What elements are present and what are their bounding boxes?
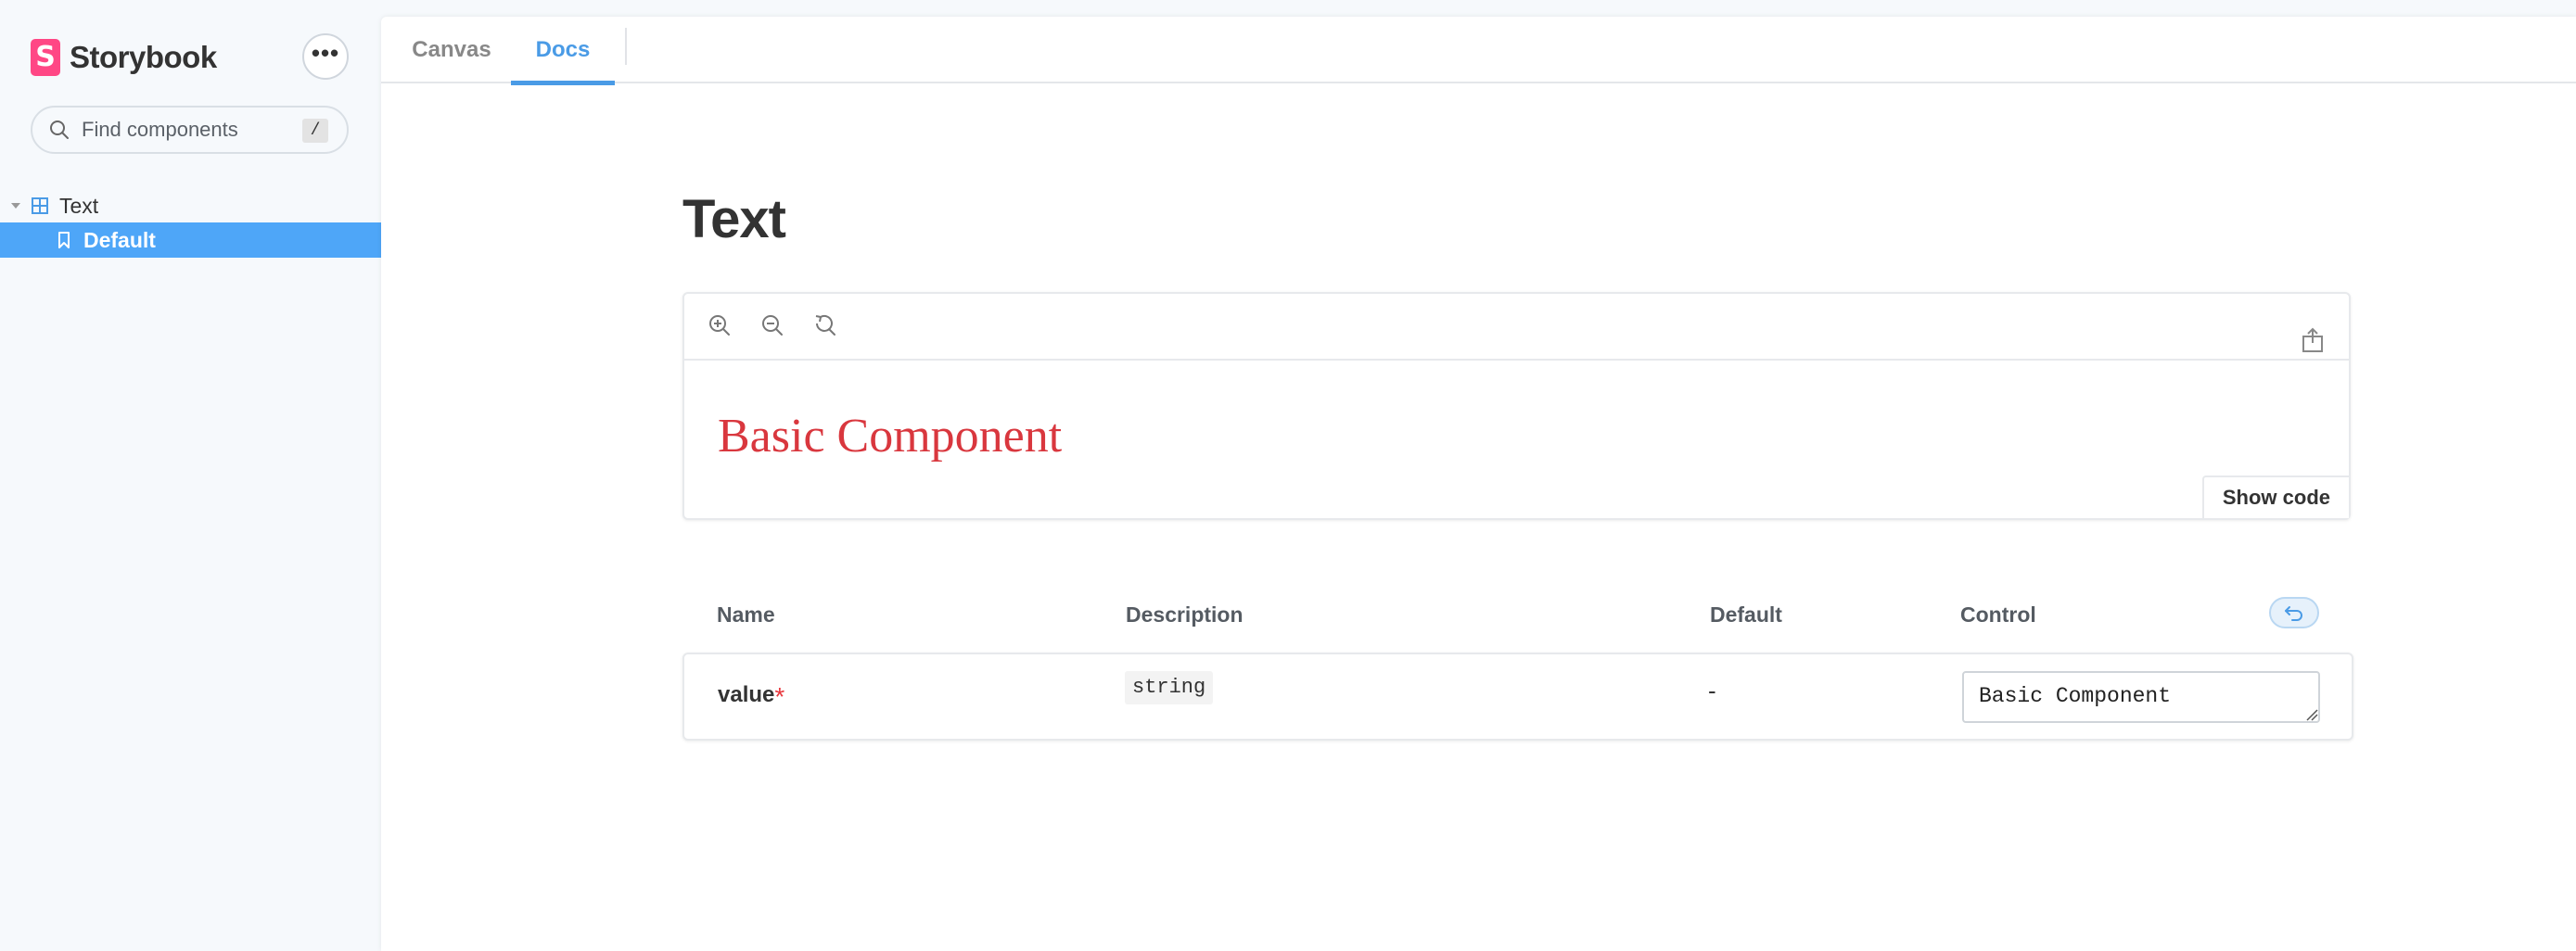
search-box[interactable]: / (31, 106, 349, 154)
show-code-button[interactable]: Show code (2201, 476, 2349, 518)
search-icon (50, 120, 69, 139)
tree-group-text[interactable]: Text (0, 189, 381, 222)
more-options-button[interactable]: ••• (302, 33, 349, 80)
bookmark-icon (58, 232, 70, 248)
reset-controls-button[interactable] (2269, 597, 2319, 628)
arg-type-badge: string (1125, 671, 1214, 704)
page-title: Text (682, 189, 786, 249)
required-mark: * (774, 682, 785, 711)
tree-item-label: Default (83, 227, 156, 252)
caret-down-icon (11, 203, 20, 209)
brand-name: Storybook (70, 40, 217, 74)
tab-docs[interactable]: Docs (511, 17, 615, 85)
arg-name-text: value (718, 682, 775, 707)
tree-group-label: Text (59, 193, 99, 218)
zoom-reset-icon[interactable] (812, 312, 838, 338)
header-control: Control (1960, 602, 2036, 627)
undo-icon (2285, 606, 2302, 621)
search-shortcut-badge: / (302, 119, 328, 143)
resize-grip-icon[interactable] (2306, 709, 2318, 721)
tab-canvas[interactable]: Canvas (407, 17, 496, 83)
value-control-textarea[interactable] (1962, 671, 2320, 723)
header-description: Description (1126, 602, 1243, 627)
component-icon (32, 197, 48, 214)
tab-docs-label: Docs (535, 37, 591, 62)
storybook-brand[interactable]: S Storybook (31, 37, 217, 78)
main-panel: Canvas Docs Text Basic Component Show co… (381, 17, 2576, 951)
component-tree: Text Default (0, 189, 381, 258)
story-preview: Basic Component Show code (682, 292, 2351, 520)
sidebar: S Storybook ••• / Text Default (0, 0, 381, 951)
tab-divider (625, 28, 627, 65)
tree-item-default[interactable]: Default (0, 222, 381, 258)
arg-name: value* (718, 678, 785, 711)
zoom-out-icon[interactable] (759, 312, 785, 338)
zoom-in-icon[interactable] (707, 312, 733, 338)
header-name: Name (717, 602, 775, 627)
ellipsis-icon: ••• (311, 39, 340, 67)
story-render-text: Basic Component (718, 410, 1063, 463)
header-default: Default (1710, 602, 1782, 627)
args-table: value* string - (682, 653, 2353, 741)
tab-bar: Canvas Docs (381, 17, 2576, 85)
search-input[interactable] (82, 118, 286, 142)
active-tab-indicator (511, 81, 615, 85)
arg-default-value: - (1708, 677, 1716, 704)
args-table-header: Name Description Default Control (717, 597, 2340, 640)
storybook-logo-icon: S (31, 39, 60, 76)
preview-toolbar (684, 294, 2349, 361)
share-icon[interactable] (2301, 327, 2325, 353)
